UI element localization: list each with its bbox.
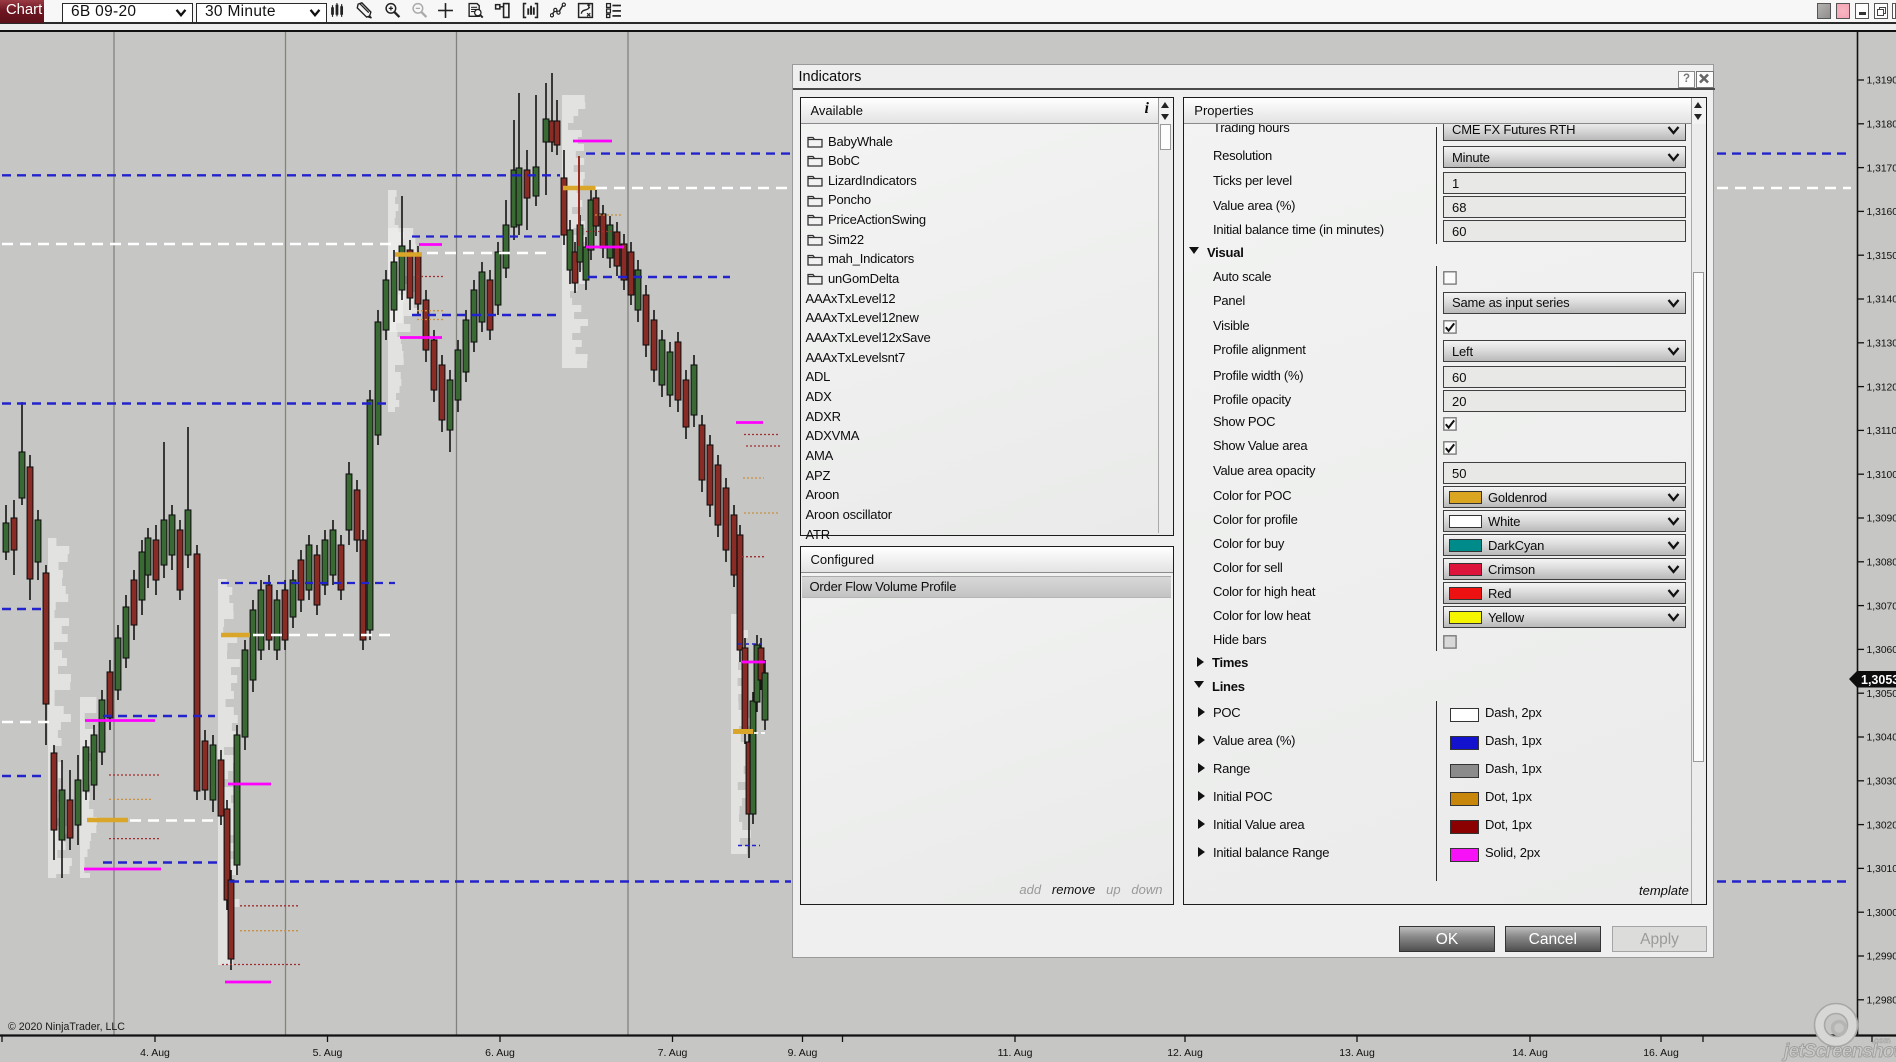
svg-text:1,3040: 1,3040 — [1867, 733, 1896, 744]
svg-text:1,2980: 1,2980 — [1867, 996, 1896, 1007]
svg-text:1,3030: 1,3030 — [1867, 777, 1896, 788]
svg-text:1,3080: 1,3080 — [1867, 558, 1896, 569]
svg-text:1,3053: 1,3053 — [1861, 673, 1896, 687]
svg-text:1,3050: 1,3050 — [1867, 689, 1896, 700]
svg-text:© 2020 NinjaTrader, LLC: © 2020 NinjaTrader, LLC — [8, 1021, 125, 1033]
svg-text:1,3070: 1,3070 — [1867, 601, 1896, 612]
svg-text:1,3010: 1,3010 — [1867, 864, 1896, 875]
svg-text:6. Aug: 6. Aug — [485, 1047, 515, 1059]
svg-text:1,3120: 1,3120 — [1867, 382, 1896, 393]
svg-text:1,3150: 1,3150 — [1867, 251, 1896, 262]
svg-text:1,3020: 1,3020 — [1867, 820, 1896, 831]
svg-text:1,2990: 1,2990 — [1867, 952, 1896, 963]
svg-text:7. Aug: 7. Aug — [658, 1047, 688, 1059]
svg-text:4. Aug: 4. Aug — [140, 1047, 170, 1059]
svg-text:1,3140: 1,3140 — [1867, 295, 1896, 306]
svg-text:1,3180: 1,3180 — [1867, 120, 1896, 131]
svg-text:1,3060: 1,3060 — [1867, 645, 1896, 656]
svg-text:1,3110: 1,3110 — [1867, 426, 1896, 437]
svg-text:11. Aug: 11. Aug — [998, 1047, 1033, 1059]
svg-text:1,3170: 1,3170 — [1867, 163, 1896, 174]
svg-text:13. Aug: 13. Aug — [1339, 1047, 1375, 1059]
svg-text:1,3130: 1,3130 — [1867, 339, 1896, 350]
svg-text:16. Aug: 16. Aug — [1643, 1047, 1679, 1059]
svg-text:1,3000: 1,3000 — [1867, 908, 1896, 919]
svg-text:1,3190: 1,3190 — [1867, 76, 1896, 87]
svg-text:12. Aug: 12. Aug — [1167, 1047, 1203, 1059]
svg-text:14. Aug: 14. Aug — [1512, 1047, 1548, 1059]
svg-text:1,3090: 1,3090 — [1867, 514, 1896, 525]
svg-text:9. Aug: 9. Aug — [788, 1047, 818, 1059]
svg-text:1,3100: 1,3100 — [1867, 470, 1896, 481]
svg-text:.com: .com — [1872, 1036, 1891, 1045]
svg-text:1,3160: 1,3160 — [1867, 207, 1896, 218]
svg-text:5. Aug: 5. Aug — [313, 1047, 343, 1059]
